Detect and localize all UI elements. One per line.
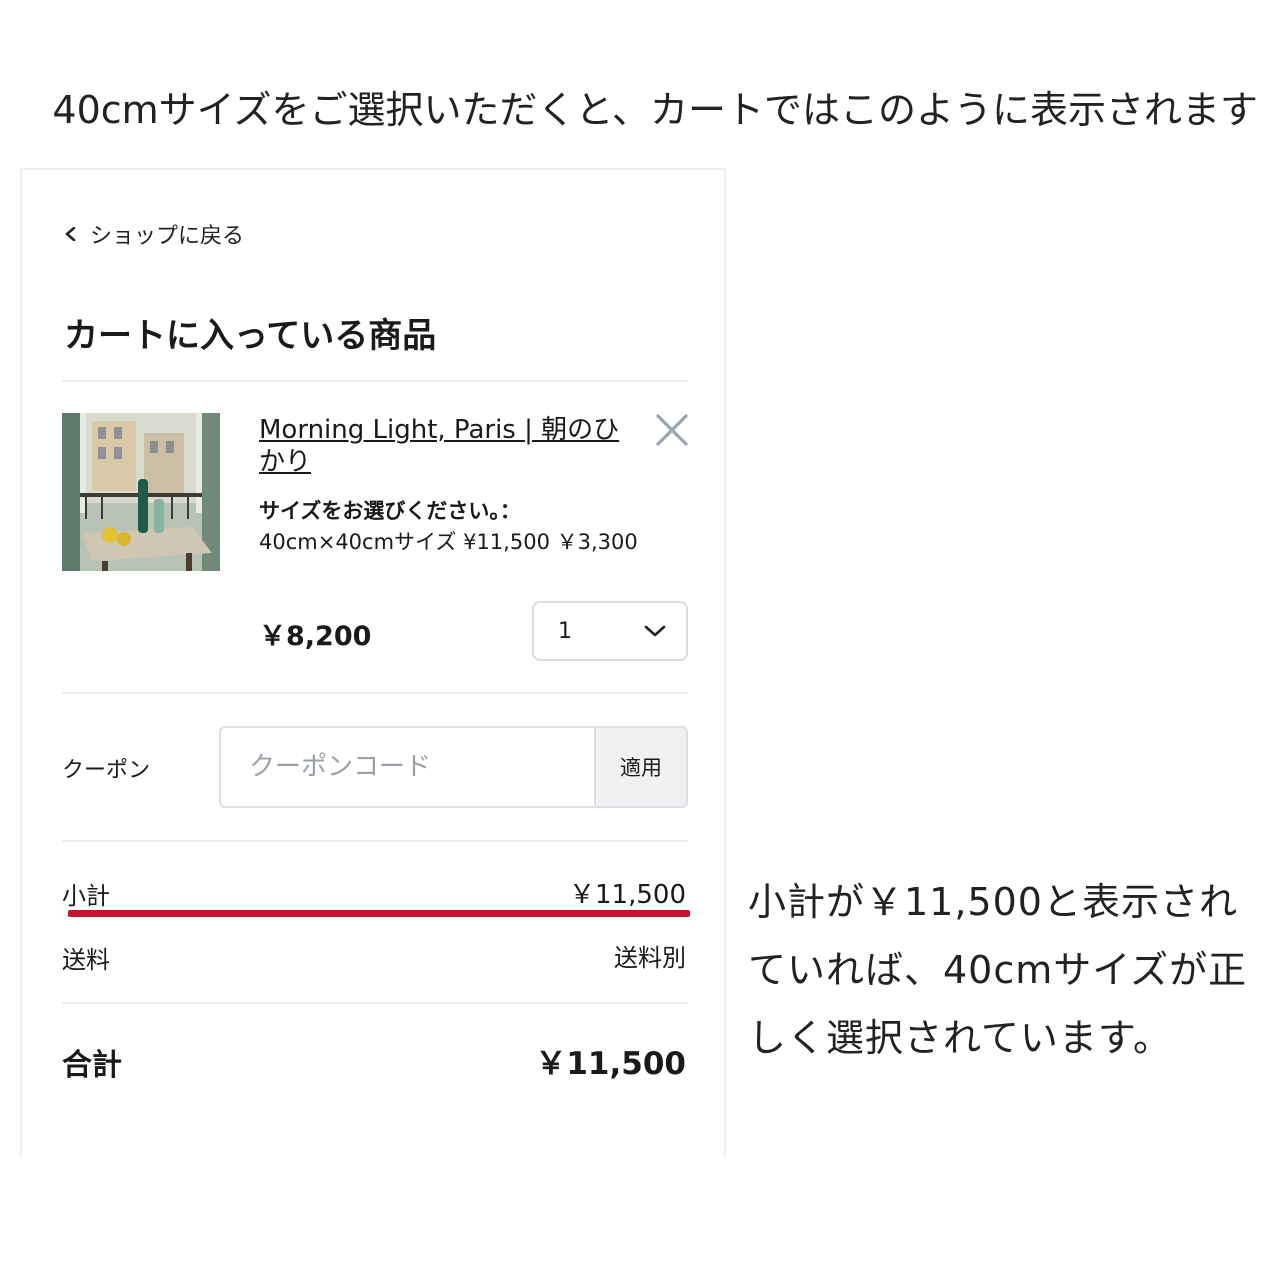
headline-text: 40cmサイズをご選択いただくと、カートではこのように表示されます [52, 87, 1258, 132]
subtotal-highlight-underline [68, 910, 690, 917]
chevron-left-icon [65, 227, 76, 241]
cart-title: カートに入っている商品 [64, 316, 437, 356]
option-value: 40cm×40cmサイズ ¥11,500 ￥3,300 [259, 530, 638, 554]
headline: 40cmサイズをご選択いただくと、カートではこのように表示されます [38, 78, 1258, 134]
close-icon[interactable] [654, 412, 690, 448]
total-value: ￥11,500 [535, 1046, 686, 1082]
annotation-note: 小計が￥11,500と表示されていれば、40cmサイズが正しく選択されています。 [748, 880, 1248, 1060]
divider [62, 840, 688, 842]
quantity-select[interactable]: 1 [532, 601, 688, 661]
back-label: ショップに戻る [90, 224, 245, 249]
cart-panel: ショップに戻る カートに入っている商品 Morning Light, Paris… [20, 168, 726, 1158]
divider [62, 1002, 688, 1004]
total-label: 合計 [62, 1048, 122, 1083]
coupon-code-input[interactable] [219, 726, 595, 808]
divider [62, 692, 688, 694]
item-price: ￥8,200 [259, 621, 372, 652]
back-to-shop-link[interactable]: ショップに戻る [64, 218, 244, 250]
divider [62, 380, 688, 382]
quantity-value: 1 [558, 618, 572, 644]
coupon-label: クーポン [62, 758, 151, 783]
shipping-label: 送料 [62, 946, 110, 974]
product-name-link[interactable]: Morning Light, Paris | 朝のひかり [259, 414, 639, 478]
shipping-value: 送料別 [614, 944, 686, 972]
product-thumbnail[interactable] [62, 413, 220, 571]
chevron-down-icon [644, 625, 666, 637]
apply-coupon-button[interactable]: 適用 [594, 726, 688, 808]
subtotal-value: ￥11,500 [569, 880, 686, 910]
subtotal-label: 小計 [62, 882, 110, 910]
product-image [62, 413, 220, 571]
option-label: サイズをお選びください。： [259, 499, 521, 523]
